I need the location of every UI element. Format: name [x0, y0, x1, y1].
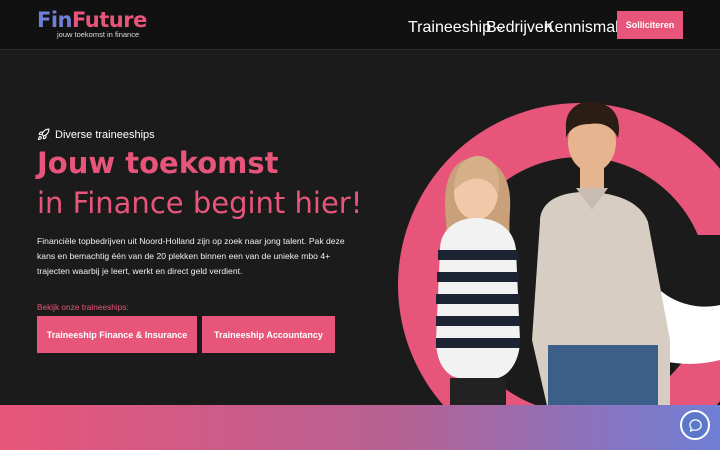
hero-title-line1: Jouw toekomst	[37, 146, 279, 180]
hero-graphic	[398, 101, 720, 410]
traineeships-prompt: Bekijk onze traineeships:	[37, 302, 129, 312]
rocket-icon	[37, 128, 50, 141]
hero-title: Jouw toekomst in Finance begint hier!	[37, 143, 362, 223]
site-header: FinFuture jouw toekomst in finance Train…	[0, 0, 720, 50]
solliciteren-button[interactable]: Solliciteren	[617, 11, 683, 39]
hero-eyebrow-text: Diverse traineeships	[55, 128, 155, 141]
finfuture-logo[interactable]: FinFuture jouw toekomst in finance	[37, 8, 147, 39]
nav-item-bedrijven[interactable]: Bedrijven	[486, 19, 553, 37]
chat-button[interactable]	[680, 410, 710, 440]
hero-eyebrow: Diverse traineeships	[37, 128, 155, 141]
student-woman-photo	[436, 155, 520, 410]
gradient-banner	[0, 405, 720, 450]
hero-intro: Financiële topbedrijven uit Noord-Hollan…	[37, 236, 345, 276]
traineeship-accountancy-button[interactable]: Traineeship Accountancy	[202, 316, 335, 353]
chat-bubble-icon	[688, 418, 702, 432]
logo-tagline: jouw toekomst in finance	[57, 30, 140, 39]
logo-wordmark: FinFuture	[37, 8, 147, 32]
traineeship-finance-insurance-button[interactable]: Traineeship Finance & Insurance	[37, 316, 197, 353]
hero-title-line2: in Finance begint hier!	[37, 186, 363, 220]
